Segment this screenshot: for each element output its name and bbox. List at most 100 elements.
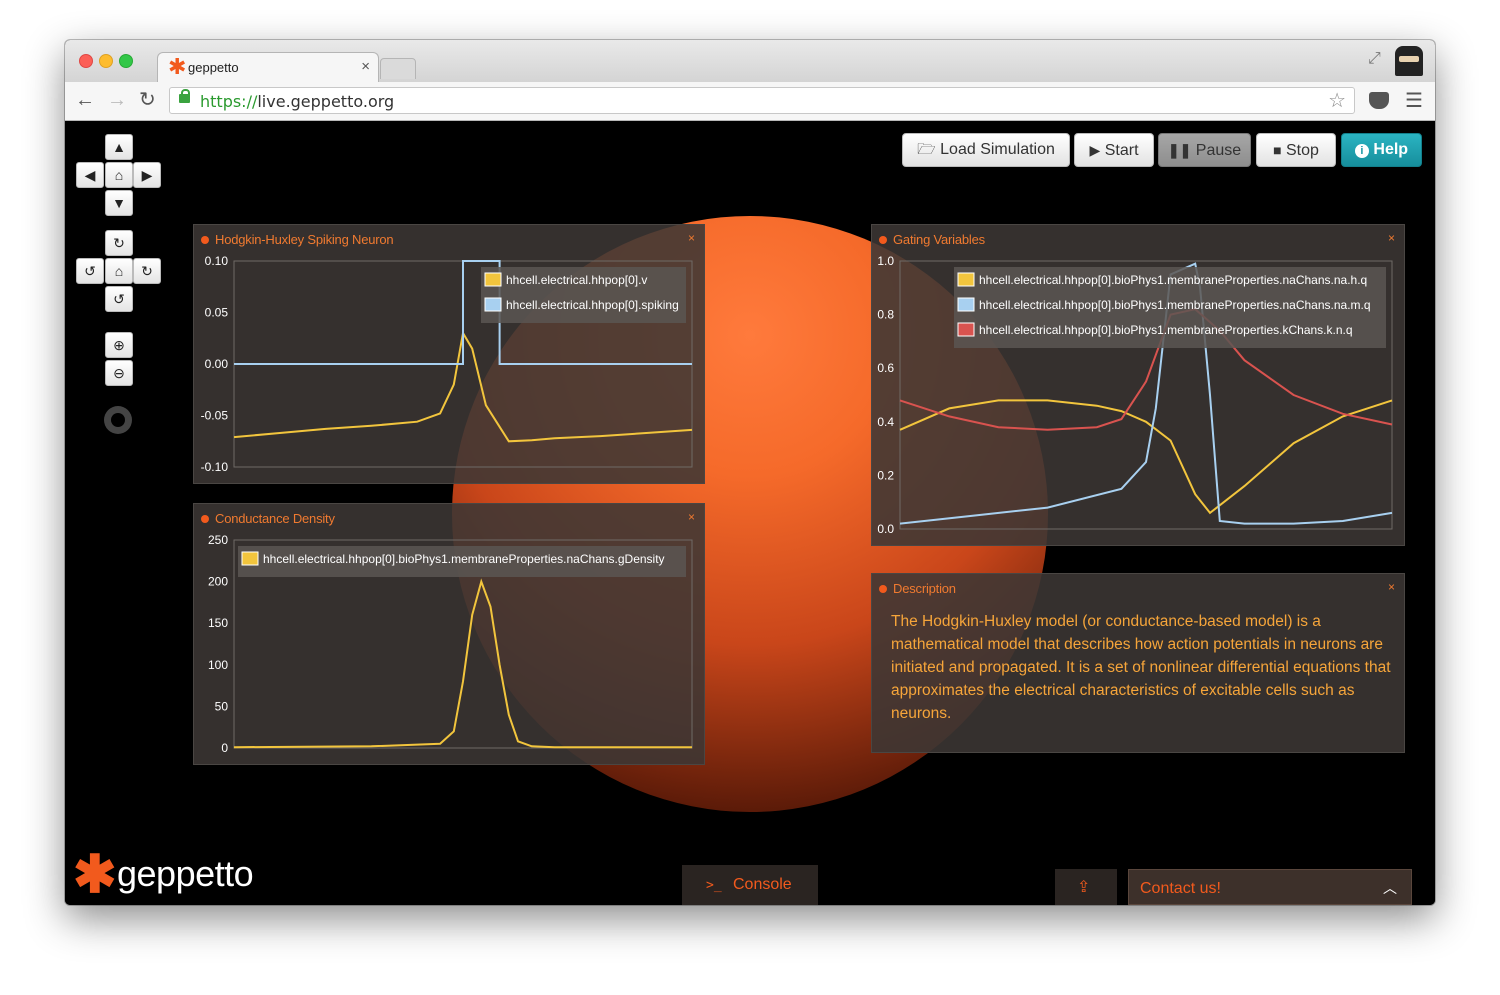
- geppetto-favicon-icon: ✱: [168, 54, 187, 79]
- legend-label: hhcell.electrical.hhpop[0].bioPhys1.memb…: [979, 298, 1371, 312]
- widget-status-dot: [879, 585, 887, 593]
- back-arrow-icon[interactable]: ←: [75, 89, 95, 111]
- info-icon: i: [1354, 144, 1369, 158]
- description-widget-close-icon[interactable]: ×: [1388, 580, 1395, 594]
- y-tick-label: 0.2: [877, 468, 894, 482]
- help-label: Help: [1373, 141, 1409, 158]
- stop-icon: ■: [1273, 142, 1282, 158]
- geppetto-canvas[interactable]: ▲ ◀ ⌂ ▶ ▼ ↻ ↺ ⌂ ↻ ↺ ⊕ ⊖ 🗁 Load Simulatio…: [65, 121, 1435, 905]
- y-tick-label: 0.05: [205, 306, 229, 320]
- hh-widget-close-icon[interactable]: ×: [688, 231, 695, 245]
- forward-arrow-icon[interactable]: →: [107, 89, 127, 111]
- pan-right-button[interactable]: ▶: [133, 162, 161, 188]
- widget-status-dot: [201, 236, 209, 244]
- close-window-button[interactable]: [79, 54, 93, 68]
- reload-icon[interactable]: ↻: [139, 89, 156, 111]
- start-button[interactable]: ▶ Start: [1074, 133, 1154, 167]
- legend-swatch: [484, 297, 502, 312]
- fullscreen-icon[interactable]: ⤢: [1368, 50, 1381, 68]
- legend-label: hhcell.electrical.hhpop[0].bioPhys1.memb…: [979, 273, 1367, 287]
- legend-swatch: [484, 272, 502, 287]
- gating-variables-chart: 1.0 0.8 0.6 0.4 0.2 0.0 hhcell.electrical.hhpo…: [877, 254, 1393, 536]
- y-tick-label: 200: [208, 575, 228, 589]
- stop-label: Stop: [1286, 142, 1319, 159]
- new-tab-button[interactable]: [380, 58, 416, 79]
- conductance-widget-close-icon[interactable]: ×: [688, 510, 695, 524]
- rotate-right-button[interactable]: ↻: [133, 258, 161, 284]
- bookmark-star-icon[interactable]: ☆: [1328, 88, 1346, 113]
- browser-window: ✱ geppetto × ⤢ ← → ↻ https://live.geppet…: [65, 40, 1435, 905]
- pause-label: Pause: [1195, 142, 1242, 159]
- rotate-up-button[interactable]: ↻: [105, 230, 133, 256]
- lock-shackle-icon: [181, 89, 190, 97]
- logo-text: geppetto: [117, 853, 254, 894]
- y-tick-label: 0.10: [205, 254, 229, 268]
- browser-toolbar: ← → ↻ https://live.geppetto.org ☆ ☰: [65, 82, 1435, 121]
- y-tick-label: 0.6: [877, 361, 894, 375]
- gating-variables-widget[interactable]: Gating Variables × 1.0 0.8 0.6 0.4 0.2 0.0 hhc…: [871, 224, 1405, 546]
- zoom-in-button[interactable]: ⊕: [105, 332, 133, 358]
- pan-home-button[interactable]: ⌂: [105, 162, 133, 188]
- legend-swatch: [957, 272, 975, 287]
- github-icon[interactable]: [104, 406, 132, 434]
- help-button[interactable]: i Help: [1341, 133, 1422, 167]
- maximize-window-button[interactable]: [119, 54, 133, 68]
- console-label: Console: [733, 876, 792, 893]
- series-line-0: [233, 578, 692, 749]
- widget-status-dot: [879, 236, 887, 244]
- menu-icon[interactable]: ☰: [1405, 88, 1423, 113]
- y-tick-label: -0.05: [201, 409, 229, 423]
- stop-button[interactable]: ■ Stop: [1256, 133, 1336, 167]
- folder-open-icon: 🗁: [917, 141, 936, 158]
- description-widget[interactable]: Description × The Hodgkin-Huxley model (…: [871, 573, 1405, 753]
- load-simulation-button[interactable]: 🗁 Load Simulation: [902, 133, 1070, 167]
- share-button[interactable]: ⇪: [1055, 869, 1117, 905]
- address-bar[interactable]: https://live.geppetto.org ☆: [169, 87, 1355, 114]
- pan-up-button[interactable]: ▲: [105, 134, 133, 160]
- rotate-left-button[interactable]: ↺: [76, 258, 104, 284]
- y-tick-label: 250: [208, 533, 228, 547]
- load-simulation-label: Load Simulation: [940, 141, 1055, 158]
- legend-swatch: [957, 297, 975, 312]
- y-tick-label: 0.8: [877, 308, 894, 322]
- gating-widget-close-icon[interactable]: ×: [1388, 231, 1395, 245]
- contact-us-panel[interactable]: Contact us! ︿: [1128, 869, 1412, 905]
- rotate-down-button[interactable]: ↺: [105, 286, 133, 312]
- legend-label: hhcell.electrical.hhpop[0].v: [506, 273, 647, 287]
- minimize-window-button[interactable]: [99, 54, 113, 68]
- pause-button[interactable]: ❚❚ Pause: [1158, 133, 1251, 167]
- description-text: The Hodgkin-Huxley model (or conductance…: [891, 613, 1391, 722]
- y-tick-label: 0.00: [205, 357, 229, 371]
- conductance-widget-title: Conductance Density: [215, 511, 335, 526]
- hh-widget-title: Hodgkin-Huxley Spiking Neuron: [215, 232, 394, 247]
- y-tick-label: 150: [208, 616, 228, 630]
- zoom-out-button[interactable]: ⊖: [105, 360, 133, 386]
- gating-widget-title: Gating Variables: [893, 232, 985, 247]
- tab-close-icon[interactable]: ×: [361, 58, 370, 75]
- pan-left-button[interactable]: ◀: [76, 162, 104, 188]
- y-tick-label: 50: [215, 699, 229, 713]
- chevron-up-icon[interactable]: ︿: [1383, 878, 1397, 898]
- legend-label: hhcell.electrical.hhpop[0].spiking: [506, 298, 679, 312]
- hh-spiking-widget[interactable]: Hodgkin-Huxley Spiking Neuron × 0.10 0.05…: [193, 224, 705, 484]
- conductance-density-widget[interactable]: Conductance Density × 250 200 150 100 50 0 hhc…: [193, 503, 705, 765]
- rotate-home-button[interactable]: ⌂: [105, 258, 133, 284]
- widget-status-dot: [201, 515, 209, 523]
- pan-down-button[interactable]: ▼: [105, 190, 133, 216]
- share-icon: ⇪: [1077, 879, 1091, 896]
- pocket-icon[interactable]: [1369, 92, 1389, 109]
- legend-swatch: [957, 322, 975, 337]
- geppetto-asterisk-icon: ✱: [73, 846, 117, 904]
- pause-icon: ❚❚: [1167, 142, 1192, 158]
- browser-tab[interactable]: ✱ geppetto ×: [157, 52, 379, 82]
- url-host: live.geppetto.org: [257, 92, 395, 111]
- y-tick-label: 1.0: [877, 254, 894, 268]
- play-icon: ▶: [1089, 142, 1101, 158]
- legend-label: hhcell.electrical.hhpop[0].bioPhys1.memb…: [263, 552, 665, 566]
- y-tick-label: -0.10: [201, 460, 229, 474]
- url-text: https://live.geppetto.org: [200, 92, 394, 111]
- legend-swatch: [241, 551, 259, 566]
- console-button[interactable]: >_ Console: [682, 865, 818, 905]
- tab-title: geppetto: [188, 60, 239, 75]
- user-avatar-icon[interactable]: [1395, 46, 1423, 76]
